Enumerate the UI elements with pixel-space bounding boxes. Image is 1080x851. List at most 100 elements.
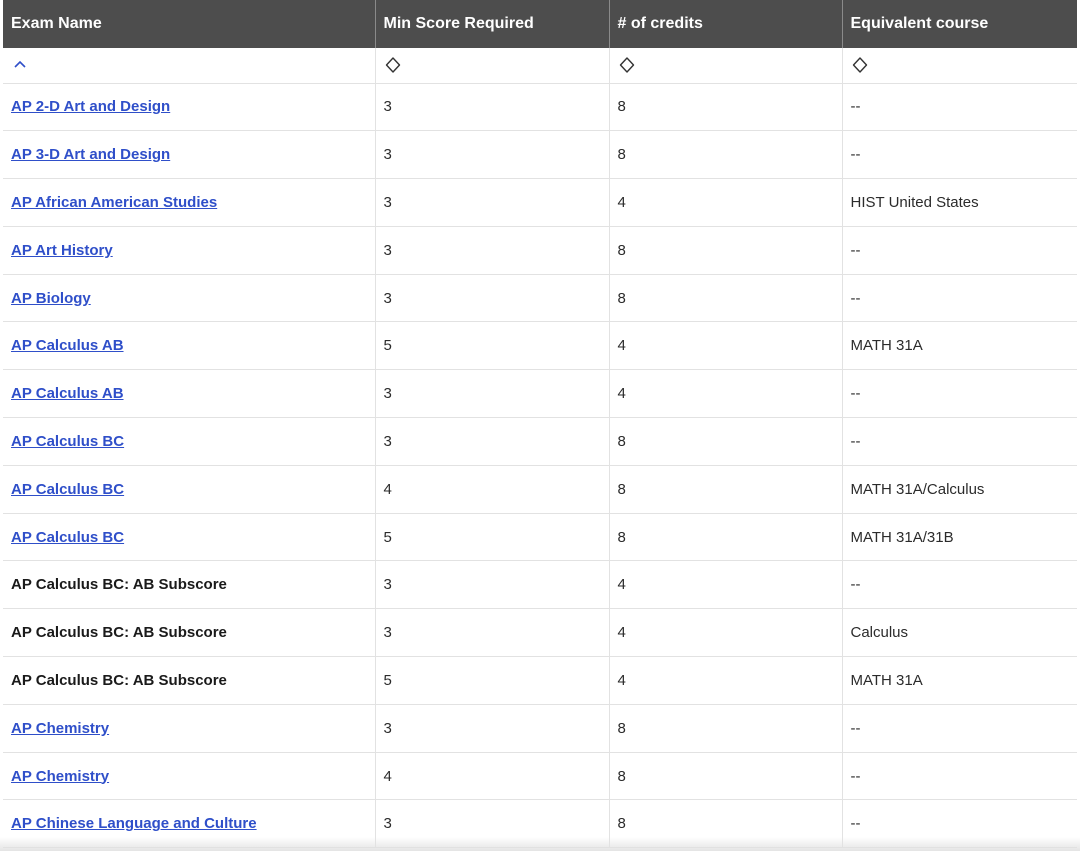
exam-link[interactable]: AP Calculus AB: [11, 385, 124, 402]
table-row: AP Calculus BC: AB Subscore 5 4 MATH 31A: [3, 656, 1077, 705]
cell-exam-name: AP Calculus AB: [3, 321, 376, 371]
sort-icon[interactable]: [384, 56, 402, 74]
table-row: AP Calculus BC 3 8 --: [3, 417, 1077, 466]
cell-exam-name: AP Art History: [3, 226, 376, 275]
sort-cell-credits: [609, 48, 843, 84]
cell-credits: 4: [609, 560, 843, 610]
cell-equivalent-course: --: [842, 130, 1077, 180]
table-row: AP Calculus BC 4 8 MATH 31A/Calculus: [3, 465, 1077, 514]
sort-cell-equivalent-course: [842, 48, 1077, 84]
cell-equivalent-course: MATH 31A: [842, 656, 1077, 705]
cell-equivalent-course: --: [842, 369, 1077, 419]
exam-name-text: AP Calculus BC: AB Subscore: [11, 671, 227, 689]
exam-link[interactable]: AP 3-D Art and Design: [11, 146, 170, 163]
cell-credits: 4: [609, 608, 843, 658]
cell-credits: 8: [609, 226, 843, 275]
cell-equivalent-course: HIST United States: [842, 178, 1077, 227]
exam-link[interactable]: AP Calculus BC: [11, 529, 124, 546]
exam-credit-table: Exam Name Min Score Required # of credit…: [3, 0, 1077, 849]
exam-name-text: AP Calculus BC: AB Subscore: [11, 576, 227, 594]
exam-credit-table-container: Exam Name Min Score Required # of credit…: [3, 0, 1077, 851]
cell-exam-name: AP African American Studies: [3, 178, 376, 227]
cell-exam-name: AP Chemistry: [3, 752, 376, 801]
cell-equivalent-course: --: [842, 799, 1077, 849]
cell-exam-name: AP 3-D Art and Design: [3, 130, 376, 180]
exam-link[interactable]: AP Chemistry: [11, 720, 109, 737]
table-row: AP Biology 3 8 --: [3, 274, 1077, 323]
exam-link[interactable]: AP African American Studies: [11, 194, 217, 211]
cell-credits: 8: [609, 752, 843, 801]
cell-equivalent-course: --: [842, 560, 1077, 610]
table-row: AP 3-D Art and Design 3 8 --: [3, 130, 1077, 180]
table-row: AP Calculus BC: AB Subscore 3 4 Calculus: [3, 608, 1077, 658]
sort-cell-exam-name: [3, 48, 376, 84]
cell-credits: 8: [609, 799, 843, 849]
exam-link[interactable]: AP 2-D Art and Design: [11, 98, 170, 115]
cell-credits: 4: [609, 321, 843, 371]
cell-credits: 8: [609, 417, 843, 466]
cell-min-score: 4: [375, 465, 610, 514]
cell-min-score: 3: [375, 274, 610, 323]
cell-equivalent-course: --: [842, 226, 1077, 275]
cell-credits: 8: [609, 130, 843, 180]
cell-min-score: 4: [375, 752, 610, 801]
cell-min-score: 3: [375, 704, 610, 753]
header-exam-name: Exam Name: [3, 0, 376, 48]
sort-icon[interactable]: [618, 56, 636, 74]
table-row: AP African American Studies 3 4 HIST United…: [3, 178, 1077, 227]
table-row: AP Calculus BC 5 8 MATH 31A/31B: [3, 513, 1077, 562]
cell-credits: 8: [609, 465, 843, 514]
cell-equivalent-course: Calculus: [842, 608, 1077, 658]
table-row: AP Chinese Language and Culture 3 8 --: [3, 799, 1077, 849]
cell-credits: 4: [609, 369, 843, 419]
cell-credits: 8: [609, 274, 843, 323]
sort-icon[interactable]: [851, 56, 869, 74]
cell-exam-name: AP Chinese Language and Culture: [3, 799, 376, 849]
table-row: AP Calculus AB 5 4 MATH 31A: [3, 321, 1077, 371]
cell-exam-name: AP Calculus BC: [3, 417, 376, 466]
cell-credits: 8: [609, 513, 843, 562]
exam-link[interactable]: AP Chinese Language and Culture: [11, 815, 257, 832]
cell-equivalent-course: MATH 31A: [842, 321, 1077, 371]
exam-link[interactable]: AP Calculus BC: [11, 433, 124, 450]
table-row: AP Calculus BC: AB Subscore 3 4 --: [3, 560, 1077, 610]
cell-min-score: 5: [375, 513, 610, 562]
header-row: Exam Name Min Score Required # of credit…: [3, 0, 1077, 48]
cell-credits: 8: [609, 704, 843, 753]
exam-name-text: AP Calculus BC: AB Subscore: [11, 624, 227, 642]
cell-equivalent-course: --: [842, 83, 1077, 132]
cell-equivalent-course: --: [842, 417, 1077, 466]
cell-min-score: 3: [375, 226, 610, 275]
cell-credits: 4: [609, 178, 843, 227]
sort-row: [3, 48, 1077, 84]
table-row: AP Art History 3 8 --: [3, 226, 1077, 275]
cell-min-score: 3: [375, 608, 610, 658]
cell-min-score: 3: [375, 799, 610, 849]
table-body: AP 2-D Art and Design 3 8 -- AP 3-D Art and …: [3, 83, 1077, 849]
header-credits: # of credits: [609, 0, 843, 48]
cell-min-score: 3: [375, 417, 610, 466]
cell-exam-name: AP Calculus BC: [3, 513, 376, 562]
exam-link[interactable]: AP Art History: [11, 242, 113, 259]
cell-equivalent-course: --: [842, 704, 1077, 753]
cell-exam-name: AP Calculus AB: [3, 369, 376, 419]
header-equivalent-course: Equivalent course: [842, 0, 1077, 48]
cell-exam-name: AP Calculus BC: AB Subscore: [3, 656, 376, 705]
cell-exam-name: AP 2-D Art and Design: [3, 83, 376, 132]
cell-min-score: 5: [375, 321, 610, 371]
exam-link[interactable]: AP Biology: [11, 290, 91, 307]
cell-equivalent-course: --: [842, 274, 1077, 323]
cell-exam-name: AP Biology: [3, 274, 376, 323]
chevron-up-icon[interactable]: [11, 56, 29, 74]
exam-link[interactable]: AP Calculus BC: [11, 481, 124, 498]
cell-equivalent-course: MATH 31A/31B: [842, 513, 1077, 562]
cell-equivalent-course: MATH 31A/Calculus: [842, 465, 1077, 514]
cell-min-score: 3: [375, 130, 610, 180]
exam-link[interactable]: AP Calculus AB: [11, 337, 124, 354]
cell-exam-name: AP Chemistry: [3, 704, 376, 753]
cell-exam-name: AP Calculus BC: [3, 465, 376, 514]
cell-min-score: 3: [375, 369, 610, 419]
cell-min-score: 5: [375, 656, 610, 705]
exam-link[interactable]: AP Chemistry: [11, 768, 109, 785]
table-row: AP 2-D Art and Design 3 8 --: [3, 83, 1077, 132]
